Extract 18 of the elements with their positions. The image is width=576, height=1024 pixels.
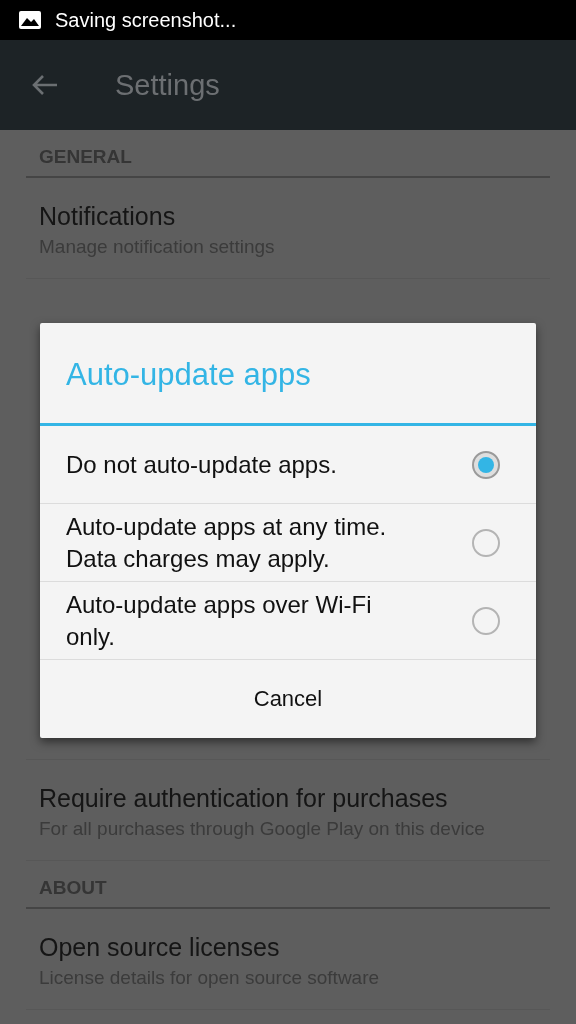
radio-button[interactable] [472, 606, 500, 635]
image-icon [18, 10, 42, 30]
option-label: Auto-update apps at any time. Data charges may apply. [66, 511, 388, 574]
radio-button[interactable] [472, 450, 500, 479]
option-label: Do not auto-update apps. [66, 449, 338, 480]
back-arrow-icon[interactable] [31, 73, 59, 97]
radio-button[interactable] [472, 528, 500, 557]
radio-option[interactable]: Do not auto-update apps. [40, 426, 536, 504]
dialog-title: Auto-update apps [40, 323, 536, 426]
radio-option[interactable]: Auto-update apps at any time. Data charges may apply. [40, 504, 536, 582]
toolbar-title: Settings [115, 68, 220, 102]
cancel-button[interactable]: Cancel [40, 660, 536, 738]
setting-title: Open source licenses [39, 932, 281, 963]
setting-title: Require authentication for purchases [39, 783, 449, 814]
setting-title: Notifications [39, 201, 177, 232]
option-label: Auto-update apps over Wi-Fi only. [66, 589, 373, 652]
status-text: Saving screenshot... [55, 8, 237, 32]
radio-option[interactable]: Auto-update apps over Wi-Fi only. [40, 582, 536, 660]
